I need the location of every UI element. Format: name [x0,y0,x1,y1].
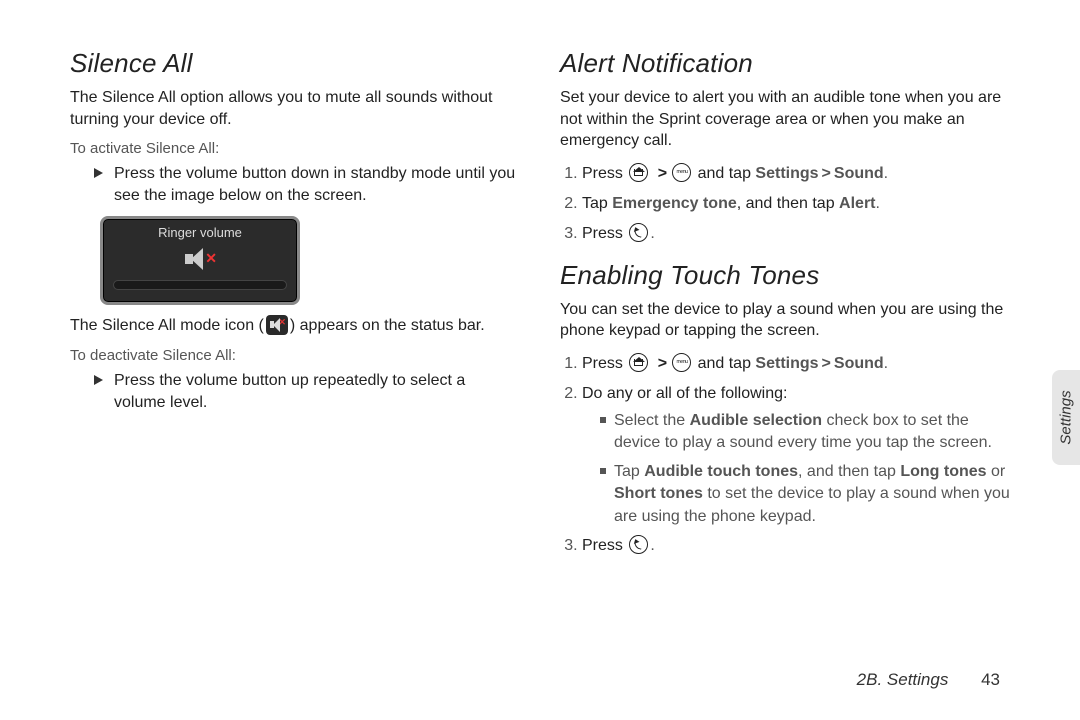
ringer-volume-image: Ringer volume ✕ [100,216,300,305]
heading-alert-notification: Alert Notification [560,48,1010,79]
chevron-right-icon: > [655,165,670,182]
home-button-icon [629,163,648,182]
back-button-icon [629,535,648,554]
text: Tap [582,195,612,212]
silence-intro: The Silence All option allows you to mut… [70,87,520,130]
back-button-icon [629,223,648,242]
text: or [987,463,1006,480]
text: and tap [698,165,756,182]
text: . [884,355,888,372]
text: , and then tap [737,195,839,212]
activate-list: Press the volume button down in standby … [70,163,520,206]
text: ) appears on the status bar. [290,317,485,334]
text: Tap [614,463,644,480]
side-tab-settings[interactable]: Settings [1052,370,1080,465]
bold: Sound [834,355,884,372]
page-number: 43 [981,670,1000,689]
home-button-icon [629,353,648,372]
footer-section: 2B. Settings [857,670,949,689]
alert-intro: Set your device to alert you with an aud… [560,87,1010,152]
touch-intro: You can set the device to play a sound w… [560,299,1010,342]
menu-button-icon [672,163,691,182]
touch-step-3: Press . [582,534,1010,558]
bold: Audible touch tones [644,463,798,480]
touch-steps: Press > and tap Settings>Sound. Do any o… [560,352,1010,558]
menu-button-icon [672,353,691,372]
alert-steps: Press > and tap Settings>Sound. Tap Emer… [560,162,1010,246]
text: Press [582,537,627,554]
deactivate-step: Press the volume button up repeatedly to… [94,370,520,413]
text: . [876,195,880,212]
side-tab-label: Settings [1058,390,1075,444]
text: Press [582,225,627,242]
bold: Alert [839,195,875,212]
ringer-label: Ringer volume [113,225,287,240]
silence-all-icon: ✕ [266,315,288,335]
bold: Long tones [900,463,986,480]
touch-sublist: Select the Audible selection check box t… [582,410,1010,528]
heading-silence-all: Silence All [70,48,520,79]
alert-step-2: Tap Emergency tone, and then tap Alert. [582,192,1010,216]
speaker-muted-icon: ✕ [183,246,217,272]
text: and tap [698,355,756,372]
touch-sub-1: Select the Audible selection check box t… [600,410,1010,455]
bold: Settings [755,165,818,182]
text: Select the [614,412,690,429]
heading-touch-tones: Enabling Touch Tones [560,260,1010,291]
bold: Short tones [614,485,703,502]
text: . [650,537,654,554]
page-footer: 2B. Settings 43 [857,670,1000,690]
bold: Sound [834,165,884,182]
sub-activate: To activate Silence All: [70,140,520,157]
volume-bar-empty [113,280,287,290]
text: The Silence All mode icon ( [70,317,264,334]
silence-icon-note: The Silence All mode icon (✕) appears on… [70,315,520,337]
touch-step-2: Do any or all of the following: Select t… [582,382,1010,528]
right-column: Alert Notification Set your device to al… [560,48,1010,566]
text: , and then tap [798,463,900,480]
bold: Audible selection [690,412,822,429]
activate-step: Press the volume button down in standby … [94,163,520,206]
left-column: Silence All The Silence All option allow… [70,48,520,566]
chevron-right-icon: > [819,165,834,182]
touch-step-1: Press > and tap Settings>Sound. [582,352,1010,376]
text: . [884,165,888,182]
alert-step-1: Press > and tap Settings>Sound. [582,162,1010,186]
alert-step-3: Press . [582,222,1010,246]
bold: Emergency tone [612,195,736,212]
touch-sub-2: Tap Audible touch tones, and then tap Lo… [600,461,1010,528]
deactivate-list: Press the volume button up repeatedly to… [70,370,520,413]
sub-deactivate: To deactivate Silence All: [70,347,520,364]
text: Press [582,165,627,182]
chevron-right-icon: > [819,355,834,372]
bold: Settings [755,355,818,372]
text: Press [582,355,627,372]
chevron-right-icon: > [655,355,670,372]
text: . [650,225,654,242]
text: Do any or all of the following: [582,385,787,402]
